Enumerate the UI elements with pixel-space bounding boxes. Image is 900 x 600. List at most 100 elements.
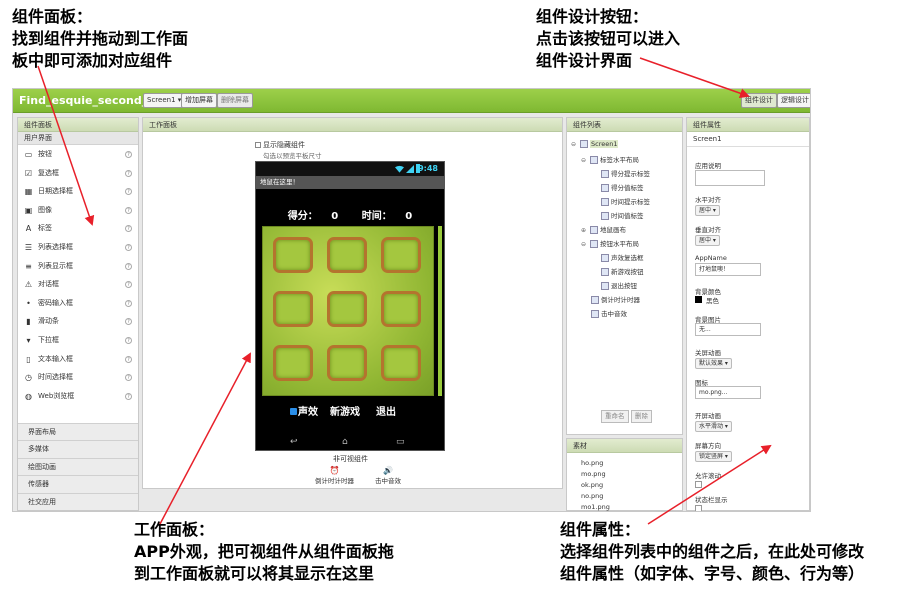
help-icon[interactable]: ? [125,225,132,233]
palette-item[interactable]: ☑ 复选框? [18,164,138,183]
mole-hole[interactable] [327,237,367,273]
help-icon[interactable]: ? [125,392,132,400]
palette-item[interactable]: ▦ 日期选择框? [18,182,138,201]
help-icon[interactable]: ? [125,374,132,382]
speaker-icon [591,310,599,318]
palette-item[interactable]: ▯ 文本输入框? [18,350,138,369]
nonvisible-sound[interactable]: 🔊 击中音效 [375,466,401,485]
open-anim-select[interactable]: 水平滑动 ▾ [695,421,732,432]
tree-item-score-value[interactable]: 得分值标签 [601,182,644,192]
palette-item[interactable]: • 密码输入框? [18,294,138,313]
design-button-annotation: 组件设计按钮： 点击该按钮可以进入 组件设计界面 [536,6,680,72]
selected-component-name: Screen1 [687,132,809,147]
help-icon[interactable]: ? [125,243,132,251]
quit-button[interactable]: 退出 [376,403,396,418]
palette-category[interactable]: 绘图动画 [18,457,138,475]
help-icon[interactable]: ? [125,299,132,307]
v-align-select[interactable]: 居中 ▾ [695,235,720,246]
project-name: Find_esquie_second_0 [19,94,155,107]
tree-item-sound-check[interactable]: 声效复选框 [601,252,644,262]
tree-item-quit[interactable]: 退出按钮 [601,280,637,290]
help-icon[interactable]: ? [125,318,132,326]
score-row: 得分： 0 时间： 0 [256,207,444,222]
mole-hole[interactable] [273,345,313,381]
add-screen-button[interactable]: 增加屏幕 [181,93,217,108]
palette-item[interactable]: A 标签? [18,219,138,238]
bg-image-input[interactable]: 无... [695,323,761,336]
appname-input[interactable]: 打地鼠噢！ [695,263,761,276]
icon-input[interactable]: mo.png... [695,386,761,399]
designer-button[interactable]: 组件设计 [741,93,777,108]
screen-select-dropdown[interactable]: Screen1 ▾ [143,93,186,108]
palette-item[interactable]: ▣ 图像? [18,201,138,220]
palette-section-user-interface[interactable]: 用户界面 [18,132,138,145]
tree-item-h-arrangement2[interactable]: ⊖ 按钮水平布局 [581,238,639,248]
bg-color-value[interactable]: 黑色 [706,295,719,305]
media-file[interactable]: ho.png [581,459,603,467]
blocks-button[interactable]: 逻辑设计 [777,93,810,108]
palette-category[interactable]: 社交应用 [18,492,138,510]
web-viewer-icon: ◍ [25,391,32,401]
help-icon[interactable]: ? [125,169,132,177]
orientation-select[interactable]: 锁定竖屏 ▾ [695,451,732,462]
help-icon[interactable]: ? [125,355,132,363]
nonvisible-timer[interactable]: ⏰ 倒计时计时器 [315,466,354,485]
delete-button[interactable]: 删除 [631,410,652,423]
palette-item[interactable]: ▮ 滑动条? [18,312,138,331]
remove-screen-button[interactable]: 删除屏幕 [217,93,253,108]
about-textarea[interactable] [695,170,765,186]
mole-hole[interactable] [327,291,367,327]
media-file[interactable]: ok.png [581,481,603,489]
tree-item-h-arrangement1[interactable]: ⊖ 标签水平布局 [581,154,639,164]
palette-item[interactable]: ☰ 列表选择框? [18,238,138,257]
tablet-preview-label[interactable]: 勾选以预览平板尺寸 [263,150,322,160]
palette-annotation: 组件面板： 找到组件并拖动到工作面 板中即可添加对应组件 [12,6,188,72]
tree-item-screen1[interactable]: ⊖ Screen1 [571,140,619,148]
help-icon[interactable]: ? [125,281,132,289]
help-icon[interactable]: ? [125,188,132,196]
help-icon[interactable]: ? [125,262,132,270]
tree-item-time-value[interactable]: 时间值标签 [601,210,644,220]
back-icon: ↩ [290,437,298,447]
palette-item[interactable]: ◍ Web浏览框? [18,387,138,406]
show-hidden-checkbox[interactable]: 显示隐藏组件 [255,140,305,150]
tree-item-hit-sound[interactable]: 击中音效 [591,308,627,318]
help-icon[interactable]: ? [125,151,132,158]
close-anim-select[interactable]: 默认效果 ▾ [695,358,732,369]
tree-item-new-game[interactable]: 新游戏按钮 [601,266,644,276]
mole-hole[interactable] [273,237,313,273]
mole-hole[interactable] [381,291,421,327]
palette-item[interactable]: ▾ 下拉框? [18,331,138,350]
media-file[interactable]: mo1.png [581,503,610,511]
phone-status-bar: 9:48 [256,162,444,176]
palette-item[interactable]: ⚠ 对话框? [18,275,138,294]
bg-color-swatch[interactable] [695,296,702,303]
tree-item-canvas[interactable]: ⊕ 地鼠画布 [581,224,626,234]
mole-hole[interactable] [327,345,367,381]
mole-hole[interactable] [273,291,313,327]
new-game-button[interactable]: 新游戏 [330,403,360,418]
palette-item[interactable]: ◷ 时间选择框? [18,368,138,387]
mole-canvas[interactable] [262,226,434,396]
sound-checkbox[interactable]: 声效 [290,403,318,418]
media-file[interactable]: mo.png [581,470,606,478]
palette-category[interactable]: 多媒体 [18,440,138,458]
h-align-select[interactable]: 居中 ▾ [695,205,720,216]
mole-hole[interactable] [381,237,421,273]
tree-item-score-prompt[interactable]: 得分提示标签 [601,168,650,178]
scrollable-checkbox[interactable] [695,481,702,488]
statusbar-checkbox[interactable] [695,505,702,511]
tree-item-time-prompt[interactable]: 时间提示标签 [601,196,650,206]
palette-item[interactable]: ▭ 按钮? [18,145,138,164]
palette-category[interactable]: 界面布局 [18,422,138,440]
palette-category[interactable]: 传感器 [18,475,138,493]
close-anim-label: 关屏动画 [695,349,721,357]
rename-button[interactable]: 重命名 [601,410,629,423]
help-icon[interactable]: ? [125,206,132,214]
help-icon[interactable]: ? [125,336,132,344]
phone-scrollbar[interactable] [438,226,442,396]
media-file[interactable]: no.png [581,492,603,500]
palette-item[interactable]: ≡ 列表显示框? [18,257,138,276]
tree-item-timer[interactable]: 倒计时计时器 [591,294,640,304]
mole-hole[interactable] [381,345,421,381]
